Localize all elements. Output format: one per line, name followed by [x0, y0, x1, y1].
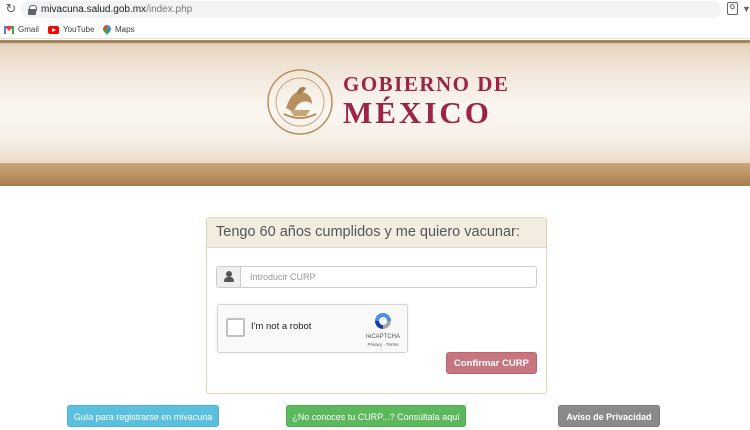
bookmark-gmail[interactable]: Gmail [4, 23, 39, 36]
bookmarks-bar: Gmail YouTube Maps [0, 19, 750, 39]
government-logo-text: GOBIERNO DE MÉXICO [343, 72, 509, 130]
recaptcha-widget: I'm not a robot reCAPTCHA Privacy - Term… [217, 304, 408, 353]
youtube-icon [48, 25, 59, 34]
recaptcha-logo-icon [375, 313, 391, 329]
banner-bottom-stripe [0, 163, 750, 186]
privacy-notice-button[interactable]: Aviso de Privacidad [558, 405, 660, 427]
confirm-curp-button[interactable]: Confirmar CURP [446, 352, 537, 374]
address-bar[interactable]: mivacuna.salud.gob.mx/index.php [21, 1, 721, 18]
curp-input[interactable] [242, 267, 536, 287]
bookmark-maps[interactable]: Maps [103, 23, 135, 36]
url-text: mivacuna.salud.gob.mx/index.php [41, 3, 192, 16]
coat-of-arms-seal-icon [267, 69, 333, 135]
banner-top-border [0, 40, 750, 43]
url-path: /index.php [146, 4, 193, 15]
lookup-curp-button[interactable]: ¿No conoces tu CURP...? Consúltala aquí [286, 405, 466, 427]
recaptcha-label: I'm not a robot [251, 321, 312, 332]
url-host: mivacuna.salud.gob.mx [41, 4, 147, 15]
brand-line-1: GOBIERNO DE [343, 72, 510, 96]
maps-icon [103, 25, 111, 35]
card-title: Tengo 60 años cumplidos y me quiero vacu… [207, 218, 546, 248]
user-icon [224, 271, 234, 283]
registration-card: Tengo 60 años cumplidos y me quiero vacu… [206, 217, 547, 394]
brand-line-2: MÉXICO [343, 95, 492, 130]
recaptcha-checkbox[interactable] [226, 318, 245, 337]
lock-icon [28, 5, 37, 15]
extension-icon[interactable]: ▼ [742, 5, 750, 14]
reload-icon[interactable]: ↻ [4, 2, 18, 16]
bookmark-youtube[interactable]: YouTube [48, 23, 94, 36]
bookmark-label: YouTube [63, 25, 95, 34]
registration-guide-button[interactable]: Guía para registrarse en mivacuna [67, 405, 219, 427]
curp-input-addon [217, 267, 241, 287]
recaptcha-brand: reCAPTCHA [365, 334, 400, 340]
bookmark-label: Gmail [18, 25, 39, 34]
recaptcha-terms[interactable]: Privacy - Terms [358, 342, 408, 347]
browser-toolbar: ↻ mivacuna.salud.gob.mx/index.php G ▼ [0, 0, 750, 19]
curp-input-group [216, 266, 537, 288]
bookmark-label: Maps [115, 25, 135, 34]
gmail-icon [4, 25, 14, 34]
translate-icon[interactable]: G [727, 2, 738, 15]
